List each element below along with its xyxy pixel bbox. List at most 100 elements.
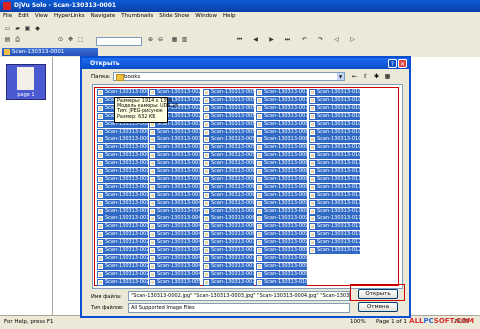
- file-item[interactable]: Scan-130313-0031: [149, 128, 200, 136]
- file-item[interactable]: Scan-130313-0077: [256, 96, 307, 104]
- file-item[interactable]: Scan-130313-0098: [256, 262, 307, 270]
- file-item[interactable]: Scan-130313-0047: [149, 254, 200, 262]
- file-item[interactable]: Scan-130313-0102: [309, 96, 360, 104]
- file-item[interactable]: Scan-130313-0086: [256, 168, 307, 175]
- file-item[interactable]: Scan-130313-0089: [256, 191, 307, 199]
- file-item[interactable]: Scan-130313-0052: [203, 96, 254, 104]
- file-item[interactable]: Scan-130313-0088: [256, 183, 307, 191]
- file-item[interactable]: Scan-130313-0075: [203, 278, 254, 286]
- file-item[interactable]: Scan-130313-0033: [149, 144, 200, 152]
- menu-item[interactable]: Window: [192, 12, 220, 20]
- file-item[interactable]: Scan-130313-0104: [309, 112, 360, 120]
- file-item[interactable]: Scan-130313-0105: [309, 120, 360, 128]
- file-item[interactable]: Scan-130313-0056: [203, 128, 254, 136]
- file-item[interactable]: Scan-130313-0107: [309, 136, 360, 144]
- file-item[interactable]: Scan-130313-0072: [203, 254, 254, 262]
- file-item[interactable]: Scan-130313-0037: [149, 175, 200, 183]
- file-item[interactable]: Scan-130313-0071: [203, 247, 254, 254]
- view-menu-icon[interactable]: ▦: [383, 72, 392, 81]
- file-item[interactable]: Scan-130313-0063: [203, 183, 254, 191]
- select-icon[interactable]: ⬚: [76, 36, 85, 44]
- file-item[interactable]: Scan-130313-0116: [309, 207, 360, 215]
- file-item[interactable]: Scan-130313-0022: [97, 254, 148, 262]
- file-item[interactable]: Scan-130313-0087: [256, 175, 307, 183]
- file-item[interactable]: Scan-130313-0109: [309, 152, 360, 160]
- save-icon[interactable]: ▣: [23, 25, 32, 33]
- back-icon[interactable]: ◁: [332, 36, 341, 44]
- file-item[interactable]: Scan-130313-0064: [203, 191, 254, 199]
- menu-item[interactable]: File: [0, 12, 15, 20]
- chevron-down-icon[interactable]: ▼: [337, 73, 344, 80]
- file-type-select[interactable]: All Supported Image Files: [128, 303, 350, 313]
- save-icon[interactable]: ▤: [3, 36, 12, 44]
- file-item[interactable]: Scan-130313-0054: [203, 112, 254, 120]
- new-folder-icon[interactable]: ✱: [372, 72, 381, 81]
- file-item[interactable]: Scan-130313-0059: [203, 152, 254, 160]
- open-button[interactable]: Открыть: [358, 289, 398, 299]
- folder-select[interactable]: books ▼: [113, 72, 345, 81]
- file-item[interactable]: Scan-130313-0048: [149, 262, 200, 270]
- open-icon[interactable]: ▰: [13, 25, 22, 33]
- menu-item[interactable]: Edit: [15, 12, 32, 20]
- file-item[interactable]: Scan-130313-0040: [149, 199, 200, 207]
- file-item[interactable]: Scan-130313-0039: [149, 191, 200, 199]
- file-item[interactable]: Scan-130313-0081: [256, 128, 307, 136]
- file-item[interactable]: Scan-130313-0046: [149, 247, 200, 254]
- file-item[interactable]: Scan-130313-0017: [97, 215, 148, 223]
- file-item[interactable]: Scan-130313-0117: [309, 215, 360, 223]
- menu-item[interactable]: View: [32, 12, 51, 20]
- zoom-out-icon[interactable]: ⊖: [156, 36, 165, 44]
- file-item[interactable]: Scan-130313-0045: [149, 239, 200, 247]
- file-item[interactable]: Scan-130313-0080: [256, 120, 307, 128]
- file-item[interactable]: Scan-130313-0025: [97, 278, 148, 286]
- file-item[interactable]: Scan-130313-0083: [256, 144, 307, 152]
- file-item[interactable]: Scan-130313-0015: [97, 199, 148, 207]
- file-item[interactable]: Scan-130313-0006: [97, 128, 148, 136]
- file-item[interactable]: Scan-130313-0018: [97, 223, 148, 231]
- forward-icon[interactable]: ▷: [348, 36, 357, 44]
- menu-item[interactable]: HyperLinks: [51, 12, 88, 20]
- file-item[interactable]: Scan-130313-0069: [203, 231, 254, 239]
- export-icon[interactable]: ◆: [33, 25, 42, 33]
- rotate-left-icon[interactable]: ↶: [300, 36, 309, 44]
- file-item[interactable]: Scan-130313-0110: [309, 160, 360, 168]
- file-item[interactable]: Scan-130313-0055: [203, 120, 254, 128]
- file-item[interactable]: Scan-130313-0034: [149, 152, 200, 160]
- file-item[interactable]: Scan-130313-0093: [256, 223, 307, 231]
- page-thumbnail[interactable]: page 1: [6, 64, 46, 100]
- file-item[interactable]: Scan-130313-0026: [149, 89, 200, 96]
- file-item[interactable]: Scan-130313-0060: [203, 160, 254, 168]
- file-item[interactable]: Scan-130313-0042: [149, 215, 200, 223]
- file-item[interactable]: Scan-130313-0010: [97, 160, 148, 168]
- zoom-combo[interactable]: [96, 37, 142, 46]
- prev-page-icon[interactable]: ◀: [251, 36, 260, 44]
- file-item[interactable]: Scan-130313-0113: [309, 183, 360, 191]
- file-item[interactable]: Scan-130313-0097: [256, 254, 307, 262]
- file-item[interactable]: Scan-130313-0041: [149, 207, 200, 215]
- file-item[interactable]: Scan-130313-0011: [97, 168, 148, 175]
- file-item[interactable]: Scan-130313-0090: [256, 199, 307, 207]
- file-item[interactable]: Scan-130313-0078: [256, 104, 307, 112]
- last-page-icon[interactable]: ⏭: [283, 36, 292, 44]
- back-icon[interactable]: ←: [350, 72, 359, 81]
- file-item[interactable]: Scan-130313-0115: [309, 199, 360, 207]
- file-item[interactable]: Scan-130313-0120: [309, 239, 360, 247]
- file-item[interactable]: Scan-130313-0118: [309, 223, 360, 231]
- file-item[interactable]: Scan-130313-0050: [149, 278, 200, 286]
- help-icon[interactable]: ?: [388, 59, 397, 68]
- next-page-icon[interactable]: ▶: [267, 36, 276, 44]
- file-item[interactable]: Scan-130313-0119: [309, 231, 360, 239]
- file-item[interactable]: Scan-130313-0111: [309, 168, 360, 175]
- cancel-button[interactable]: Отмена: [358, 302, 398, 312]
- file-item[interactable]: Scan-130313-0044: [149, 231, 200, 239]
- file-item[interactable]: Scan-130313-0014: [97, 191, 148, 199]
- zoom-in-icon[interactable]: ⊕: [146, 36, 155, 44]
- file-item[interactable]: Scan-130313-0112: [309, 175, 360, 183]
- file-item[interactable]: Scan-130313-0065: [203, 199, 254, 207]
- up-folder-icon[interactable]: ⇧: [361, 72, 370, 81]
- file-item[interactable]: Scan-130313-0101: [309, 89, 360, 96]
- file-item[interactable]: Scan-130313-0103: [309, 104, 360, 112]
- file-item[interactable]: Scan-130313-0036: [149, 168, 200, 175]
- file-item[interactable]: Scan-130313-0095: [256, 239, 307, 247]
- file-item[interactable]: Scan-130313-0108: [309, 144, 360, 152]
